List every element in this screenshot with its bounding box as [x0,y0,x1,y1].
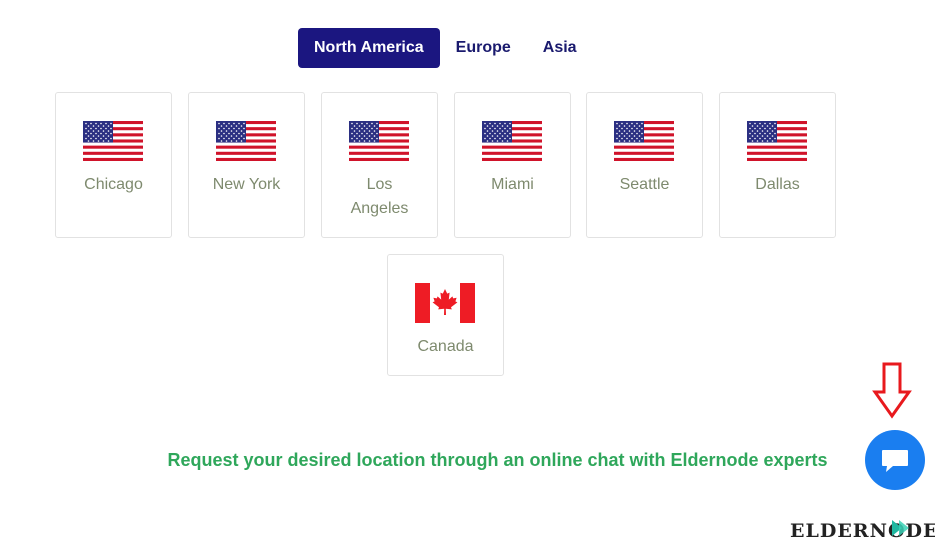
location-card-los-angeles[interactable]: Los Angeles [321,92,438,238]
tab-north-america[interactable]: North America [298,28,440,68]
location-card-new-york[interactable]: New York [188,92,305,238]
down-arrow-icon [872,362,912,419]
us-flag-icon [482,121,542,161]
location-name: Dallas [755,176,800,193]
us-flag-icon [747,121,807,161]
us-flag-icon [83,121,143,161]
location-name: Los Angeles [350,176,409,217]
location-card-canada[interactable]: Canada [387,254,504,376]
tab-asia[interactable]: Asia [527,28,593,68]
location-card-miami[interactable]: Miami [454,92,571,238]
location-name: Chicago [84,176,143,193]
location-name: New York [212,176,281,193]
location-card-seattle[interactable]: Seattle [586,92,703,238]
location-name: Seattle [619,176,670,193]
chat-bubble-icon [882,450,908,472]
region-tabs: North America Europe Asia [298,28,593,68]
page: North America Europe Asia Chicago New Yo… [0,0,935,559]
location-name: Canada [417,338,474,355]
chat-request-text: Request your desired location through an… [167,450,828,470]
logo-arrows-icon [892,520,909,536]
tab-europe[interactable]: Europe [440,28,527,68]
location-card-chicago[interactable]: Chicago [55,92,172,238]
us-flag-icon [216,121,276,161]
us-flag-icon [349,121,409,161]
us-flag-icon [614,121,674,161]
chat-button[interactable] [865,430,925,490]
logo-text: eldernode [790,520,935,542]
location-card-dallas[interactable]: Dallas [719,92,836,238]
location-name: Miami [491,176,534,193]
canada-flag-icon [415,283,475,323]
